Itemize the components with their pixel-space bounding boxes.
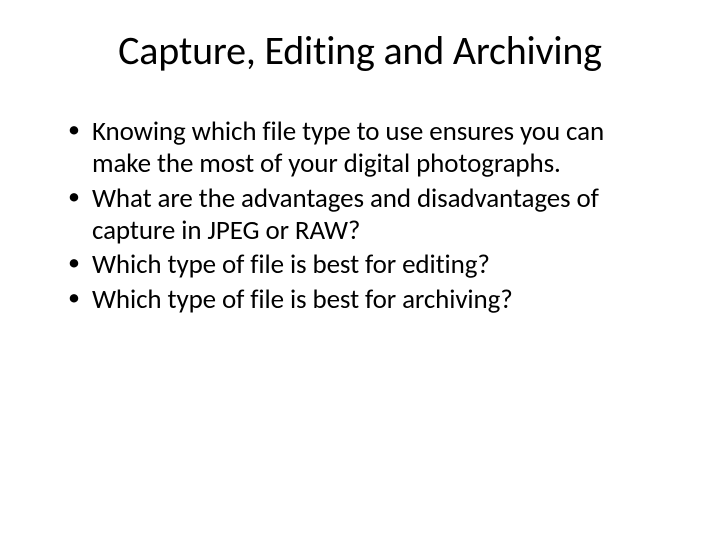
list-item: What are the advantages and disadvantage… xyxy=(68,183,666,247)
list-item: Which type of file is best for editing? xyxy=(68,249,666,281)
slide: Capture, Editing and Archiving Knowing w… xyxy=(0,0,720,540)
list-item: Which type of file is best for archiving… xyxy=(68,284,666,316)
bullet-list: Knowing which file type to use ensures y… xyxy=(54,116,666,316)
list-item: Knowing which file type to use ensures y… xyxy=(68,116,666,180)
slide-title: Capture, Editing and Archiving xyxy=(54,28,666,74)
